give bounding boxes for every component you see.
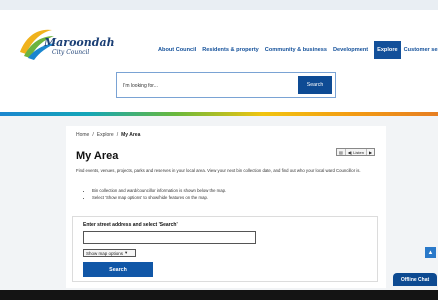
chevron-down-icon: ▾: [125, 250, 128, 255]
breadcrumb-separator: /: [116, 132, 119, 138]
intro-text: Find events, venues, projects, parks and…: [76, 168, 361, 173]
list-item: Select 'Show map options' to show/hide f…: [92, 195, 226, 202]
content-card: Home / Explore / My Area My Area ▤ ◀) Li…: [66, 126, 386, 288]
nav-residents-property[interactable]: Residents & property: [202, 41, 259, 59]
logo-subtitle: City Council: [52, 49, 90, 56]
site-search-input[interactable]: [123, 79, 293, 92]
map-options-select[interactable]: Show map options ▾: [83, 249, 136, 257]
arrow-up-icon: ▲: [427, 249, 434, 256]
site-search-band: Search: [0, 68, 438, 112]
top-strip: [0, 0, 438, 10]
scroll-to-top-button[interactable]: ▲: [425, 247, 436, 258]
list-item: Bin collection and ward/councillor infor…: [92, 188, 226, 195]
breadcrumb-separator: /: [92, 132, 94, 138]
map-options-label: Show map options: [86, 250, 124, 256]
info-list: Bin collection and ward/councillor infor…: [88, 188, 226, 201]
page-title: My Area: [76, 150, 119, 162]
address-search-button[interactable]: Search: [83, 262, 153, 277]
footer-bar: [0, 290, 438, 300]
breadcrumb-home[interactable]: Home: [76, 132, 89, 138]
nav-explore[interactable]: Explore: [374, 41, 401, 59]
listen-button[interactable]: ◀) Listen: [346, 149, 367, 155]
nav-development[interactable]: Development: [333, 41, 368, 59]
address-search-panel: Enter street address and select 'Search'…: [72, 216, 378, 282]
site-search: Search: [116, 72, 336, 98]
nav-customer-service[interactable]: Customer service: [404, 41, 438, 59]
offline-chat-button[interactable]: Offline Chat: [393, 273, 437, 286]
breadcrumb-current: My Area: [121, 132, 141, 138]
address-label: Enter street address and select 'Search': [83, 222, 178, 228]
main-nav: About Council Residents & property Commu…: [158, 41, 438, 59]
site-search-button[interactable]: Search: [298, 76, 332, 94]
council-logo[interactable]: Maroondah City Council: [16, 22, 115, 64]
nav-community-business[interactable]: Community & business: [265, 41, 327, 59]
breadcrumb: Home / Explore / My Area: [76, 132, 140, 138]
listen-menu-icon[interactable]: ▤: [337, 149, 346, 155]
logo-name: Maroondah: [44, 36, 115, 49]
site-header: Maroondah City Council About Council Res…: [0, 10, 438, 68]
address-input[interactable]: [83, 231, 256, 244]
breadcrumb-explore[interactable]: Explore: [97, 132, 114, 138]
play-icon[interactable]: ▶: [367, 149, 374, 155]
brand-color-bar: [0, 112, 438, 116]
nav-about-council[interactable]: About Council: [158, 41, 196, 59]
listen-widget[interactable]: ▤ ◀) Listen ▶: [336, 148, 376, 156]
